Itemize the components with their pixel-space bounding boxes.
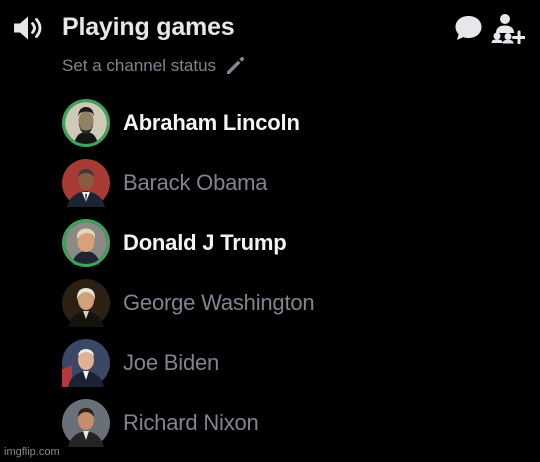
avatar bbox=[62, 99, 110, 147]
channel-name[interactable]: Playing games bbox=[62, 10, 235, 44]
channel-status-placeholder: Set a channel status bbox=[62, 56, 217, 75]
set-channel-status-link[interactable]: Set a channel status bbox=[62, 52, 246, 80]
voice-member-name: Abraham Lincoln bbox=[123, 110, 300, 135]
voice-member-name: George Washington bbox=[123, 290, 315, 315]
avatar bbox=[62, 219, 110, 267]
voice-member-name: Richard Nixon bbox=[123, 410, 259, 435]
avatar bbox=[62, 399, 110, 447]
voice-channel-header: Playing games bbox=[0, 0, 540, 56]
voice-member-barack-obama[interactable]: Barack Obama bbox=[58, 156, 418, 212]
avatar bbox=[62, 339, 110, 387]
voice-member-abraham-lincoln[interactable]: Abraham Lincoln bbox=[58, 96, 418, 152]
avatar bbox=[62, 279, 110, 327]
pencil-icon bbox=[227, 56, 245, 74]
voice-member-donald-j-trump[interactable]: Donald J Trump bbox=[58, 216, 418, 272]
speaker-icon[interactable] bbox=[12, 13, 46, 43]
avatar bbox=[62, 159, 110, 207]
voice-member-joe-biden[interactable]: Joe Biden bbox=[58, 336, 418, 392]
voice-member-name: Donald J Trump bbox=[123, 230, 287, 255]
voice-member-name: Joe Biden bbox=[123, 350, 220, 375]
watermark: imgflip.com bbox=[4, 446, 60, 458]
voice-member-richard-nixon[interactable]: Richard Nixon bbox=[58, 396, 418, 452]
voice-channel-panel: Playing games Set a channel status Abrah… bbox=[0, 0, 540, 462]
voice-member-name: Barack Obama bbox=[123, 170, 268, 195]
voice-member-george-washington[interactable]: George Washington bbox=[58, 276, 418, 332]
voice-member-list: Abraham Lincoln Barack Obama Donald J Tr… bbox=[0, 96, 540, 462]
chat-bubble-icon[interactable] bbox=[453, 13, 484, 43]
add-members-icon[interactable] bbox=[491, 12, 525, 44]
